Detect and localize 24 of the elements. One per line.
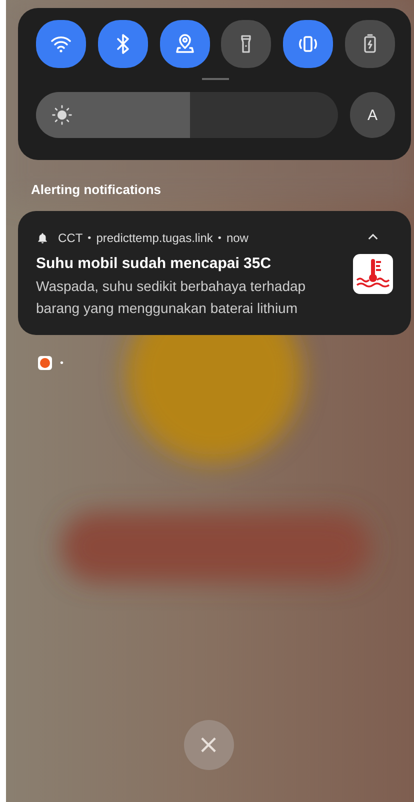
thermometer-icon	[353, 254, 393, 294]
quick-toggle[interactable]	[98, 20, 148, 68]
brightness-slider[interactable]	[36, 92, 338, 138]
quick-toggle[interactable]	[221, 20, 272, 68]
section-title: Alerting notifications	[31, 182, 162, 197]
separator-dot: •	[88, 232, 92, 244]
drag-handle[interactable]	[202, 78, 229, 80]
app-name: CCT	[58, 231, 83, 245]
source-url: predicttemp.tugas.link	[96, 231, 213, 245]
notification-time: now	[226, 231, 248, 245]
quick-toggle[interactable]	[283, 20, 334, 68]
notification-title: Suhu mobil sudah mencapai 35C	[36, 255, 272, 272]
quick-toggle[interactable]	[160, 20, 210, 68]
quick-toggle[interactable]	[344, 20, 395, 68]
chevron-icon[interactable]	[368, 233, 378, 240]
brightness-icon	[51, 104, 73, 126]
more-indicator: •	[60, 358, 64, 368]
app-icon	[38, 356, 52, 370]
auto-brightness-button[interactable]: A	[350, 92, 395, 138]
quick-toggle[interactable]	[36, 20, 86, 68]
notification-card[interactable]: CCT • predicttemp.tugas.link • now Suhu mobil sudah mencapai 35C Waspada, suhu sedikit berbahaya terhadap barang yang menggunakan baterai lithium	[18, 211, 411, 335]
bell-icon	[36, 232, 49, 244]
notification-body: Waspada, suhu sedikit berbahaya terhadap barang yang menggunakan baterai lithium	[36, 277, 307, 318]
separator-dot: •	[218, 232, 222, 244]
